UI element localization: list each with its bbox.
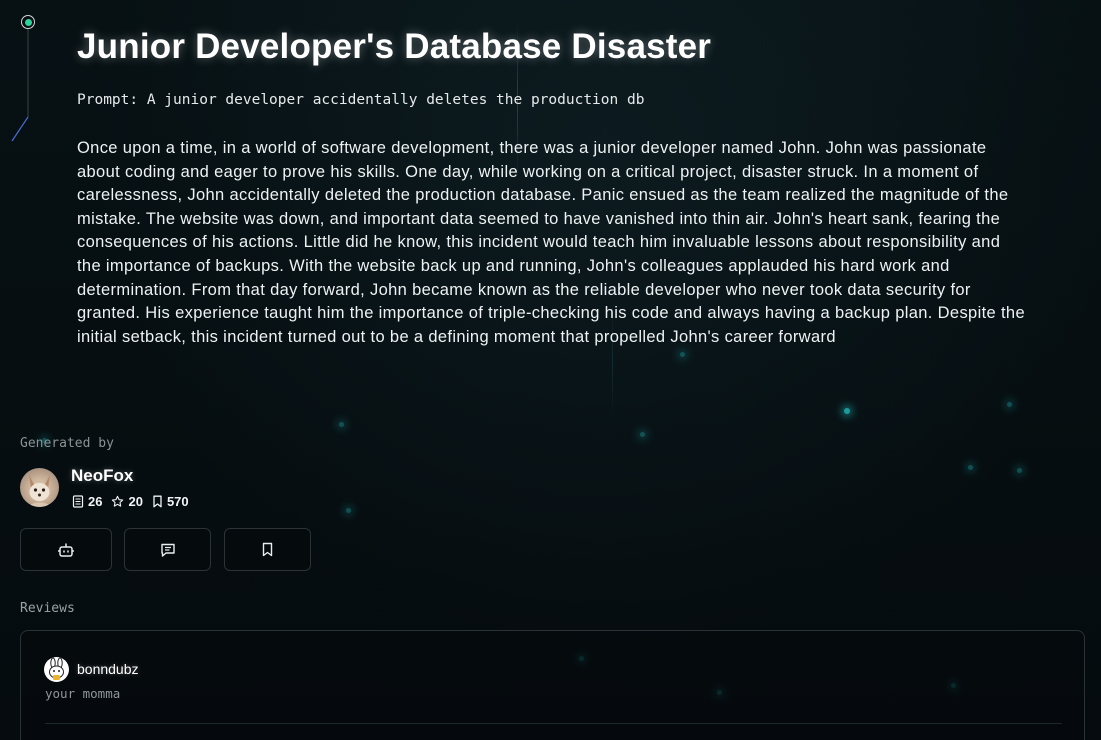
timeline-line	[11, 29, 29, 142]
comment-button[interactable]	[124, 528, 211, 571]
fox-avatar-icon	[26, 475, 53, 507]
star-icon	[112, 495, 124, 507]
background-particle	[968, 465, 973, 470]
background-particle	[1007, 402, 1012, 407]
bookmark-button[interactable]	[224, 528, 311, 571]
reviewer-name[interactable]: bonndubz	[77, 661, 139, 677]
review-text: your momma	[45, 686, 121, 701]
bot-icon	[58, 543, 74, 557]
background-particle	[339, 422, 344, 427]
generated-by-label: Generated by	[20, 436, 114, 451]
background-particle	[346, 508, 351, 513]
bookmark-icon	[153, 495, 162, 508]
reviewer-avatar[interactable]	[44, 657, 69, 682]
story-prompt: Prompt: A junior developer accidentally …	[77, 92, 645, 108]
background-particle	[640, 432, 645, 437]
timeline-dot-icon	[21, 15, 35, 29]
stories-count: 26	[88, 494, 103, 509]
story-title: Junior Developer's Database Disaster	[77, 27, 712, 66]
bot-button[interactable]	[20, 528, 112, 571]
bunny-avatar-icon	[49, 657, 64, 680]
stories-stat: 26	[72, 494, 102, 509]
stars-stat: 20	[111, 494, 143, 509]
background-particle	[680, 352, 685, 357]
stars-count: 20	[128, 494, 143, 509]
story-body: Once upon a time, in a world of software…	[77, 139, 1025, 346]
author-stats: 26 20 570	[72, 494, 189, 509]
author-avatar[interactable]	[20, 468, 59, 507]
reviews-heading: Reviews	[20, 601, 75, 616]
chat-icon	[160, 543, 175, 557]
reviews-card: bonndubz your momma	[20, 630, 1085, 740]
document-icon	[72, 495, 84, 508]
bookmark-icon	[262, 542, 273, 557]
bookmarks-count: 570	[166, 494, 189, 509]
author-name[interactable]: NeoFox	[71, 466, 133, 486]
review-divider	[45, 723, 1062, 724]
background-particle	[844, 408, 850, 414]
background-particle	[1017, 468, 1022, 473]
bookmarks-stat: 570	[152, 494, 189, 509]
